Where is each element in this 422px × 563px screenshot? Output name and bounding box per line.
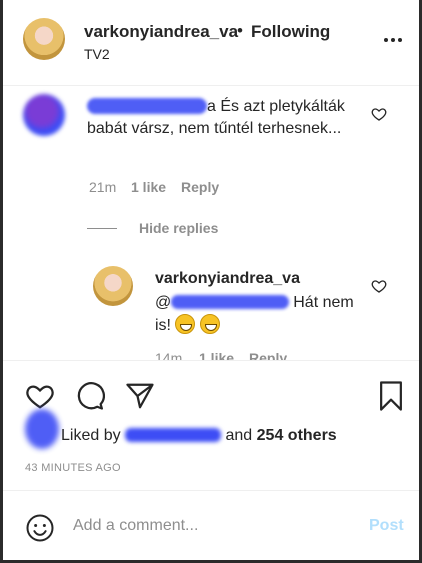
comments-list: a És azt pletykálták babát vársz, nem tű… <box>3 86 419 360</box>
redacted-mention <box>171 295 290 309</box>
comment-like-heart-icon[interactable] <box>371 106 387 122</box>
following-button[interactable]: Following <box>251 22 330 42</box>
separator-dot: • <box>237 21 243 40</box>
reply-text: @ Hát nem is! <box>155 294 354 334</box>
liked-by-text[interactable]: Liked by and 254 others <box>61 427 337 445</box>
reply-reply-button[interactable]: Reply <box>249 350 287 360</box>
emoji-icon[interactable] <box>25 513 55 543</box>
grin-emoji <box>175 314 196 334</box>
reply-time: 14m <box>155 350 183 360</box>
comment-text: a És azt pletykálták babát vársz, nem tű… <box>87 98 345 137</box>
commenter-avatar[interactable] <box>23 94 65 136</box>
reply-like-heart-icon[interactable] <box>371 278 387 294</box>
heart-icon[interactable] <box>24 381 56 411</box>
hide-replies-line <box>87 228 117 229</box>
bookmark-icon[interactable] <box>376 380 406 412</box>
reply-author-username[interactable]: varkonyiandrea_va <box>155 270 300 288</box>
reply-author-avatar[interactable] <box>93 266 133 306</box>
post-header: varkonyiandrea_va • Following TV2 <box>3 0 419 86</box>
author-avatar[interactable] <box>23 18 65 60</box>
comment-icon[interactable] <box>75 381 105 411</box>
add-comment-bar: Add a comment... Post <box>3 490 419 560</box>
share-icon[interactable] <box>124 381 156 411</box>
author-username[interactable]: varkonyiandrea_va <box>84 22 238 42</box>
comment-reply-button[interactable]: Reply <box>181 179 219 195</box>
post-panel: varkonyiandrea_va • Following TV2 a És a… <box>0 0 422 563</box>
post-actions: Liked by and 254 others 43 MINUTES AGO <box>3 360 419 490</box>
reply-like-count[interactable]: 1 like <box>199 350 234 360</box>
redacted-liker <box>125 428 222 442</box>
comment-like-count[interactable]: 1 like <box>131 179 166 195</box>
liker-avatar[interactable] <box>25 409 59 449</box>
more-icon[interactable] <box>381 30 405 50</box>
author-subtitle: TV2 <box>84 46 110 62</box>
grin-emoji <box>199 314 220 334</box>
post-timestamp: 43 MINUTES AGO <box>25 462 121 474</box>
comment-input[interactable]: Add a comment... <box>73 517 198 535</box>
comment-time: 21m <box>89 179 117 195</box>
post-button[interactable]: Post <box>369 517 404 535</box>
hide-replies-button[interactable]: Hide replies <box>139 220 218 236</box>
